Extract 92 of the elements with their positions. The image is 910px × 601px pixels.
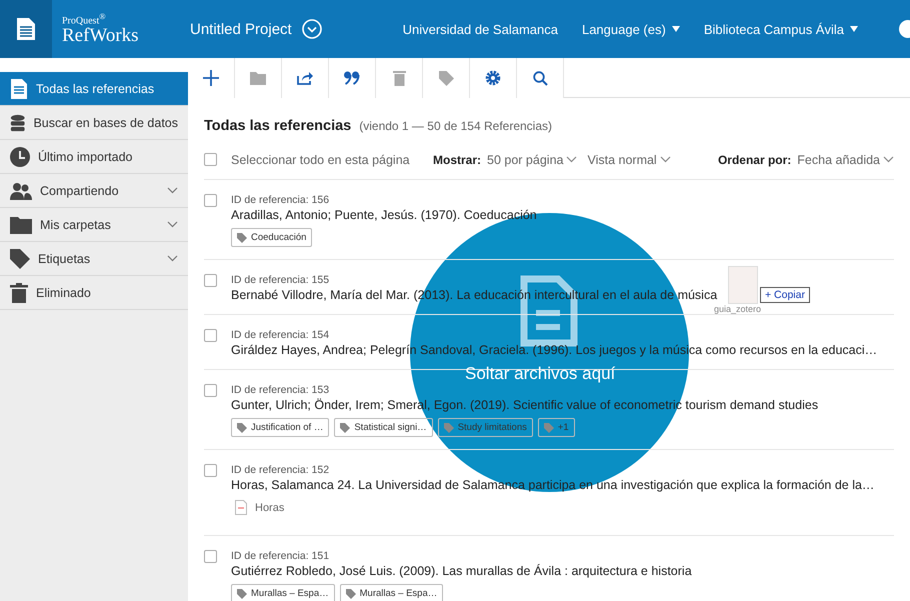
file-thumbnail <box>728 266 758 304</box>
tag-icon <box>444 422 454 432</box>
dragged-file-name: guia_zotero <box>714 304 762 314</box>
sidebar-label: Eliminado <box>36 286 92 300</box>
caret-icon <box>672 26 680 32</box>
document-icon <box>10 78 28 98</box>
chevron-down-icon <box>566 156 578 163</box>
result-count: (viendo 1 — 50 de 154 Referencias) <box>359 119 552 133</box>
toolbar-button[interactable] <box>282 58 329 98</box>
chevron-down-icon <box>883 156 894 163</box>
reference-id: ID de referencia: 156 <box>231 194 330 206</box>
tag-chip[interactable]: Murallas – Espa… <box>231 584 335 601</box>
attachment-link[interactable]: Horas <box>235 500 874 515</box>
chevron-down-icon <box>167 255 178 262</box>
page-title: Todas las referencias <box>204 118 352 134</box>
checkbox[interactable] <box>204 550 217 563</box>
chevron-down-icon <box>167 187 178 194</box>
tag-icon <box>340 422 350 432</box>
header-link[interactable]: Language (es) <box>582 22 680 36</box>
copy-badge: + Copiar <box>760 287 810 303</box>
share-icon <box>297 71 313 85</box>
tag-icon <box>438 70 454 86</box>
checkbox[interactable] <box>204 329 217 342</box>
chevron-down-icon <box>660 156 671 163</box>
sidebar-item[interactable]: Compartiendo <box>0 174 188 208</box>
checkbox[interactable] <box>204 384 217 397</box>
tag-chip[interactable]: Coeducación <box>231 228 312 247</box>
sidebar-label: Etiquetas <box>38 252 92 266</box>
tag-chip[interactable]: Murallas – Espa… <box>340 584 444 601</box>
toolbar-button[interactable] <box>517 58 564 98</box>
brand-small-text: ProQuest$^{®}$ <box>62 12 107 26</box>
sidebar-label: Último importado <box>38 150 134 164</box>
help-icon[interactable] <box>898 19 910 39</box>
trash-icon <box>10 282 28 302</box>
reference-title[interactable]: Aradillas, Antonio; Puente, Jesús. (1970). Coeducación <box>231 208 537 222</box>
reference-id: ID de referencia: 153 <box>231 384 330 396</box>
header-link[interactable]: Biblioteca Campus Ávila <box>704 22 858 36</box>
folder-icon <box>10 216 32 234</box>
tag-chip[interactable]: Statistical signi… <box>334 418 433 437</box>
brand-name: RefWorks <box>62 26 140 46</box>
clock-icon <box>10 146 30 166</box>
sort-label: Ordenar por: <box>718 152 792 166</box>
select-all-label: Seleccionar todo en esta página <box>231 152 411 166</box>
checkbox[interactable] <box>204 274 217 287</box>
reference-id: ID de referencia: 152 <box>231 464 330 476</box>
plus-icon <box>203 70 219 86</box>
tag-icon <box>346 588 356 598</box>
drop-zone-label: Soltar archivos aquí <box>465 364 616 384</box>
tag-icon <box>237 232 247 242</box>
tag-icon <box>237 588 247 598</box>
tag-chip[interactable]: Justification of … <box>231 418 330 437</box>
settings-icon <box>485 70 501 86</box>
checkbox[interactable] <box>204 194 217 207</box>
document-icon <box>17 18 35 40</box>
checkbox[interactable] <box>204 153 217 166</box>
trash-icon <box>392 70 406 86</box>
toolbar-button[interactable] <box>188 58 235 98</box>
reference-id: ID de referencia: 154 <box>231 329 330 341</box>
chevron-down-icon <box>167 221 178 228</box>
reference-id: ID de referencia: 155 <box>231 274 330 286</box>
quote-icon <box>344 71 360 85</box>
project-title: Untitled Project <box>190 20 292 38</box>
sidebar-label: Mis carpetas <box>40 218 112 232</box>
folder-icon <box>250 72 266 84</box>
tag-icon <box>544 422 554 432</box>
checkbox[interactable] <box>204 464 217 477</box>
reference-id: ID de referencia: 151 <box>231 550 330 562</box>
sidebar-item[interactable]: Mis carpetas <box>0 208 188 242</box>
sidebar-item[interactable]: Buscar en bases de datos <box>0 106 188 140</box>
sidebar-label: Compartiendo <box>40 184 120 198</box>
per-page-dropdown[interactable]: 50 por página <box>487 152 578 166</box>
sidebar-item[interactable]: Eliminado <box>0 276 188 310</box>
caret-icon <box>850 26 858 32</box>
search-icon <box>532 70 548 86</box>
show-label: Mostrar: <box>433 152 482 166</box>
toolbar-button[interactable] <box>470 58 517 98</box>
sidebar-item[interactable]: Etiquetas <box>0 242 188 276</box>
sidebar-label: Buscar en bases de datos <box>33 116 178 130</box>
sidebar-label: Todas las referencias <box>36 82 156 96</box>
tag-icon <box>237 422 247 432</box>
sort-dropdown[interactable]: Fecha añadida <box>797 152 894 166</box>
view-dropdown[interactable]: Vista normal <box>587 152 671 166</box>
sidebar-item[interactable]: Todas las referencias <box>0 72 188 106</box>
database-icon <box>10 112 26 132</box>
reference-title[interactable]: Gutiérrez Robledo, José Luis. (2009). Las murallas de Ávila : arquitectura e historia <box>231 564 692 578</box>
sidebar-item[interactable]: Último importado <box>0 140 188 174</box>
tag-icon <box>10 248 30 268</box>
file-icon <box>235 500 247 515</box>
header-link[interactable]: Universidad de Salamanca <box>402 22 558 36</box>
toolbar-button[interactable] <box>329 58 376 98</box>
chevron-circle-icon[interactable] <box>302 19 322 39</box>
users-icon <box>10 182 32 200</box>
